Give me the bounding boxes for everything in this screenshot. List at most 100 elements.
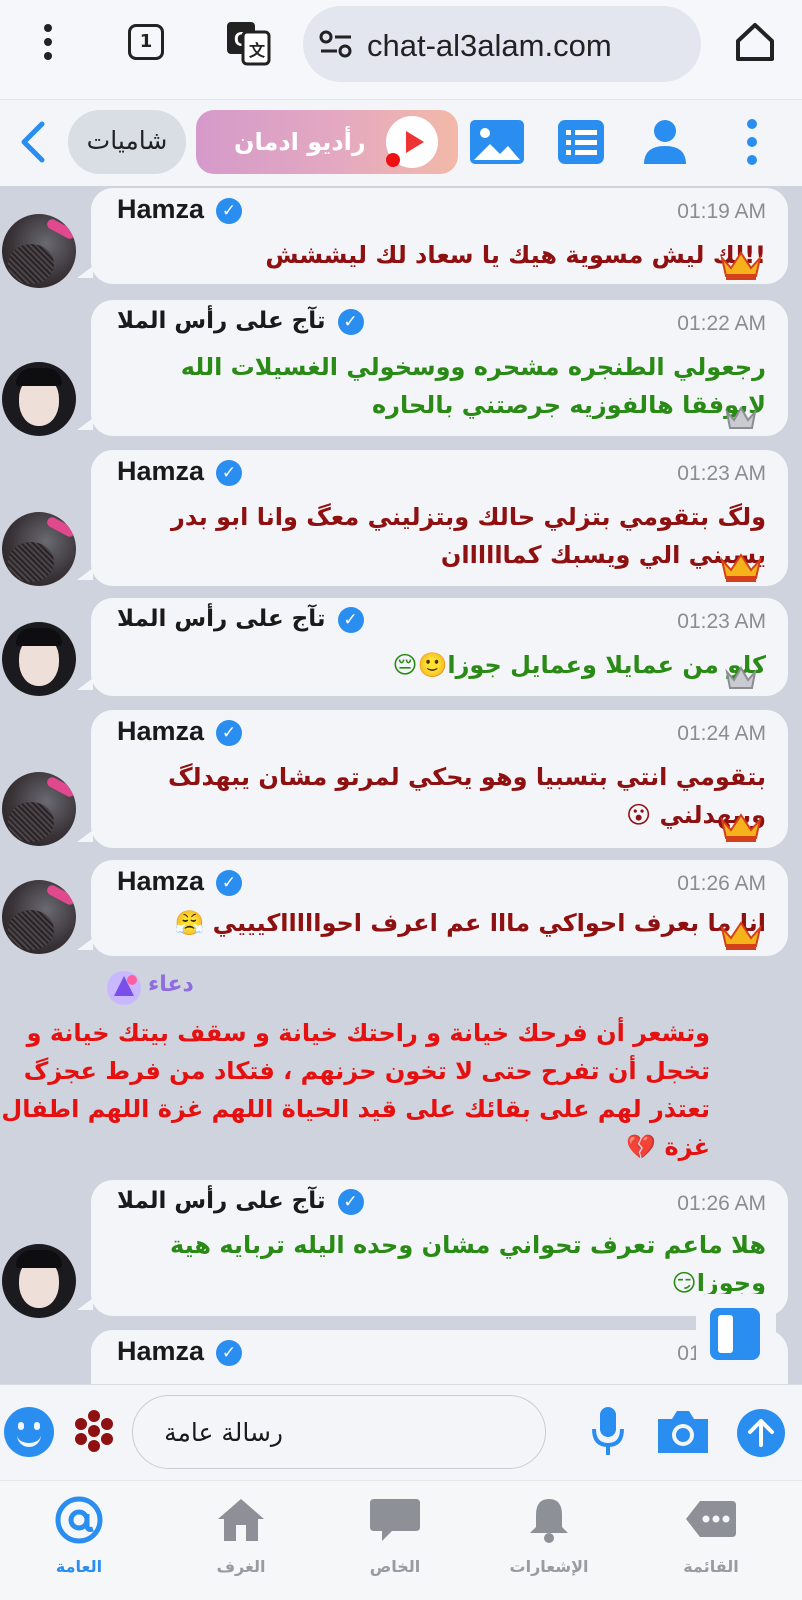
sender-name: تآج على رأس الملا [117, 1188, 326, 1214]
browser-toolbar: 1 G 文 chat-al3alam.com [0, 0, 802, 100]
broadcast-message[interactable]: دعاء وتشعر أن فرحك خيانة و راحتك خيانة و… [0, 968, 802, 1168]
avatar[interactable] [2, 214, 76, 288]
message-time: 01:24 AM [677, 722, 766, 745]
verified-badge-icon: ✓ [216, 197, 243, 224]
message-bubble[interactable]: Hamza ✓ 01:26 AM انا ما بعرف احواكي ماا‌ا… [77, 860, 788, 956]
message-bubble[interactable]: Hamza ✓ 01:19 AM !!لك ليش مسوية هيك يا سع… [77, 188, 788, 284]
message-bubble[interactable]: تآج على رأس الملا ✓ 01:22 AM رجعولي الطنج… [77, 300, 788, 436]
svg-text:文: 文 [249, 41, 266, 60]
tab-switcher-button[interactable]: 1 [128, 24, 164, 60]
message-bubble[interactable]: Hamza ✓ 01:23 AM ولگ بتقومي بتزلي حالك وب… [77, 450, 788, 586]
avatar[interactable] [2, 362, 76, 436]
decor-icon[interactable] [70, 1407, 118, 1455]
message-time: 01:22 AM [677, 312, 766, 335]
sidebar-toggle-button[interactable] [696, 1294, 776, 1374]
site-settings-icon[interactable] [319, 30, 353, 58]
verified-badge-icon: ✓ [337, 308, 364, 335]
sender-name: تآج على رأس الملا [117, 308, 326, 334]
message-bubble[interactable]: Hamza ✓ 01:24 AM بتقومي انتي بتسبيا وهو ي… [77, 710, 788, 848]
nav-label: الغرف [216, 1557, 266, 1576]
gold-crown-icon [720, 921, 762, 950]
translate-icon[interactable]: G 文 [225, 20, 271, 66]
nav-item-rooms[interactable]: الغرف [186, 1495, 296, 1591]
message-time: 01:19 AM [677, 200, 766, 223]
nav-item-menu[interactable]: القائمة [656, 1495, 766, 1591]
browser-menu-icon[interactable] [34, 22, 62, 62]
verified-badge-icon: ✓ [216, 459, 243, 486]
nav-item-notifications[interactable]: الإشعارات [494, 1495, 604, 1591]
at-icon [55, 1496, 103, 1544]
message-time: 01:23 AM [677, 610, 766, 633]
radio-player[interactable]: رأديو ادمان [196, 110, 458, 174]
message-text: !!لك ليش مسوية هيك يا سعاد لك ليششش [265, 241, 766, 269]
verified-badge-icon: ✓ [216, 869, 243, 896]
gold-crown-icon [720, 251, 762, 280]
message-composer: رسالة عامة [0, 1384, 802, 1480]
message-bubble[interactable]: تآج على رأس الملا ✓ 01:23 AM كلو من عمايل… [77, 598, 788, 696]
silver-crown-icon [725, 406, 757, 429]
url-text: chat-al3alam.com [367, 28, 612, 63]
message-bubble[interactable]: تآج على رأس الملا ✓ 01:26 AM هلا ماعم تعر… [77, 1180, 788, 1316]
message-time: 01:26 AM [677, 872, 766, 895]
sender-name: دعاء [148, 972, 194, 997]
gold-crown-icon [720, 553, 762, 582]
send-icon[interactable] [735, 1407, 787, 1459]
microphone-icon[interactable] [590, 1405, 626, 1461]
message-text: انا ما بعرف احواكي ماا‌ا عم اعرف احواااا… [174, 909, 766, 937]
sender-badge-icon [107, 971, 141, 1005]
avatar[interactable] [2, 1244, 76, 1318]
speech-bubble-icon [370, 1499, 420, 1541]
message-text: وتشعر أن فرحك خيانة و راحتك خيانة و سقف … [1, 1019, 710, 1161]
avatar[interactable] [2, 622, 76, 696]
radio-label: رأديو ادمان [234, 128, 366, 156]
verified-badge-icon: ✓ [216, 1339, 243, 1366]
chat-toolbar: شاميات رأديو ادمان [0, 100, 802, 186]
live-dot-icon [386, 153, 400, 167]
message-input[interactable]: رسالة عامة [132, 1395, 546, 1469]
menu-tag-icon [686, 1501, 736, 1537]
emoji-icon[interactable] [4, 1407, 54, 1457]
home-icon[interactable] [733, 20, 777, 64]
list-icon[interactable] [552, 114, 610, 170]
tab-count: 1 [139, 31, 153, 52]
bottom-nav: العامة الغرف الخاص الإشعارات القائمة [0, 1480, 802, 1600]
user-icon[interactable] [636, 114, 694, 170]
address-bar[interactable]: chat-al3alam.com [303, 6, 701, 82]
chevron-left-icon[interactable] [12, 118, 52, 166]
message-input-placeholder: رسالة عامة [164, 1418, 283, 1447]
sender-name: Hamza [117, 716, 205, 746]
nav-label: القائمة [683, 1557, 739, 1576]
avatar[interactable] [2, 772, 76, 846]
more-vertical-icon[interactable] [732, 114, 772, 170]
message-text: كلو من عمايلا وعمايل جوزا🙂😔 [392, 651, 766, 679]
message-bubble[interactable]: Hamza✓ 01:26 AM [91, 1330, 788, 1384]
verified-badge-icon: ✓ [216, 719, 243, 746]
nav-item-public[interactable]: العامة [24, 1495, 134, 1591]
sender-name: Hamza [117, 194, 205, 224]
nav-item-private[interactable]: الخاص [340, 1495, 450, 1591]
avatar[interactable] [2, 512, 76, 586]
silver-crown-icon [725, 666, 757, 689]
gold-crown-icon [720, 813, 762, 842]
bell-icon [530, 1499, 568, 1543]
nav-label: الإشعارات [509, 1557, 589, 1576]
message-time: 01:26 AM [677, 1192, 766, 1215]
sender-name: Hamza [117, 1336, 205, 1366]
room-name-button[interactable]: شاميات [68, 110, 186, 174]
sender-name: Hamza [117, 456, 205, 486]
nav-label: العامة [55, 1557, 103, 1576]
message-time: 01:23 AM [677, 462, 766, 485]
avatar[interactable] [2, 880, 76, 954]
message-text: رجعولي الطنجره مشحره ووسخولي الغسيلات ال… [180, 353, 766, 419]
chat-messages[interactable]: Hamza ✓ 01:19 AM !!لك ليش مسوية هيك يا سع… [0, 186, 802, 1384]
verified-badge-icon: ✓ [337, 606, 364, 633]
sender-name: تآج على رأس الملا [117, 606, 326, 632]
sender-name: Hamza [117, 866, 205, 896]
image-icon[interactable] [468, 114, 526, 170]
camera-icon[interactable] [654, 1407, 712, 1457]
home-icon [218, 1499, 264, 1541]
nav-label: الخاص [369, 1557, 421, 1576]
message-text: ولگ بتقومي بتزلي حالك وبتزليني معگ وانا … [171, 503, 766, 569]
message-text: بتقومي انتي بتسبيا وهو يحكي لمرتو مشان ي… [167, 763, 766, 829]
room-name: شاميات [86, 126, 168, 155]
